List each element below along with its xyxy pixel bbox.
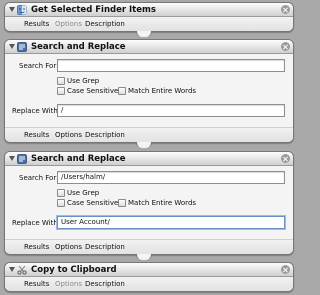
action-header[interactable]: Search and Replace xyxy=(5,40,293,54)
replace-with-field[interactable]: User Account/ xyxy=(57,216,285,229)
scissors-icon xyxy=(17,265,27,275)
tab-results[interactable]: Results xyxy=(24,279,49,289)
case-sensitive-label: Case Sensitive xyxy=(67,87,119,95)
tab-results[interactable]: Results xyxy=(24,19,49,29)
tab-options[interactable]: Options xyxy=(55,130,82,140)
close-icon[interactable] xyxy=(281,5,290,14)
action-search-and-replace-2: Search and Replace Search For: /Users/ha… xyxy=(4,151,294,255)
action-get-selected-finder-items: Get Selected Finder Items Results Option… xyxy=(4,2,294,32)
action-copy-to-clipboard: Copy to Clipboard Results Options Descri… xyxy=(4,262,294,292)
disclosure-triangle-icon[interactable] xyxy=(9,44,15,49)
case-sensitive-checkbox[interactable] xyxy=(57,87,65,95)
disclosure-triangle-icon[interactable] xyxy=(9,156,15,161)
action-title: Get Selected Finder Items xyxy=(31,5,156,15)
use-grep-checkbox[interactable] xyxy=(57,77,65,85)
tab-description[interactable]: Description xyxy=(85,19,125,29)
tab-results[interactable]: Results xyxy=(24,242,49,252)
action-tabs: Results Options Description xyxy=(5,128,293,142)
finder-icon xyxy=(17,5,27,15)
action-connector xyxy=(136,31,152,37)
close-icon[interactable] xyxy=(281,265,290,274)
action-title: Search and Replace xyxy=(31,42,126,52)
match-entire-words-label: Match Entire Words xyxy=(128,199,197,207)
match-entire-words-label: Match Entire Words xyxy=(128,87,197,95)
use-grep-label: Use Grep xyxy=(67,77,100,85)
tab-options[interactable]: Options xyxy=(55,242,82,252)
action-title: Search and Replace xyxy=(31,154,126,164)
automator-text-icon xyxy=(17,154,27,164)
close-icon[interactable] xyxy=(281,154,290,163)
case-sensitive-checkbox[interactable] xyxy=(57,199,65,207)
action-tabs: Results Options Description xyxy=(5,240,293,254)
replace-with-label: Replace With: xyxy=(12,219,61,227)
action-tabs: Results Options Description xyxy=(5,277,293,291)
action-title: Copy to Clipboard xyxy=(31,265,117,275)
search-for-label: Search For: xyxy=(19,174,59,182)
automator-text-icon xyxy=(17,42,27,52)
action-header[interactable]: Get Selected Finder Items xyxy=(5,3,293,17)
action-header[interactable]: Copy to Clipboard xyxy=(5,263,293,277)
use-grep-label: Use Grep xyxy=(67,189,100,197)
tab-description[interactable]: Description xyxy=(85,130,125,140)
replace-with-field[interactable]: / xyxy=(57,104,285,117)
case-sensitive-label: Case Sensitive xyxy=(67,199,119,207)
close-icon[interactable] xyxy=(281,42,290,51)
search-for-label: Search For: xyxy=(19,62,59,70)
tab-description[interactable]: Description xyxy=(85,242,125,252)
replace-with-label: Replace With: xyxy=(12,107,61,115)
action-body: Search For: Use Grep Case Sensitive Matc… xyxy=(5,54,293,128)
match-entire-words-checkbox[interactable] xyxy=(118,199,126,207)
tab-description[interactable]: Description xyxy=(85,279,125,289)
match-entire-words-checkbox[interactable] xyxy=(118,87,126,95)
action-header[interactable]: Search and Replace xyxy=(5,152,293,166)
action-connector xyxy=(136,142,152,148)
disclosure-triangle-icon[interactable] xyxy=(9,267,15,272)
tab-options[interactable]: Options xyxy=(55,19,82,29)
tab-options[interactable]: Options xyxy=(55,279,82,289)
search-for-field[interactable]: /Users/halm/ xyxy=(57,171,285,184)
action-search-and-replace-1: Search and Replace Search For: Use Grep … xyxy=(4,39,294,143)
disclosure-triangle-icon[interactable] xyxy=(9,7,15,12)
action-connector xyxy=(136,254,152,260)
tab-results[interactable]: Results xyxy=(24,130,49,140)
action-tabs: Results Options Description xyxy=(5,17,293,31)
use-grep-checkbox[interactable] xyxy=(57,189,65,197)
search-for-field[interactable] xyxy=(57,59,285,72)
action-body: Search For: /Users/halm/ Use Grep Case S… xyxy=(5,166,293,240)
